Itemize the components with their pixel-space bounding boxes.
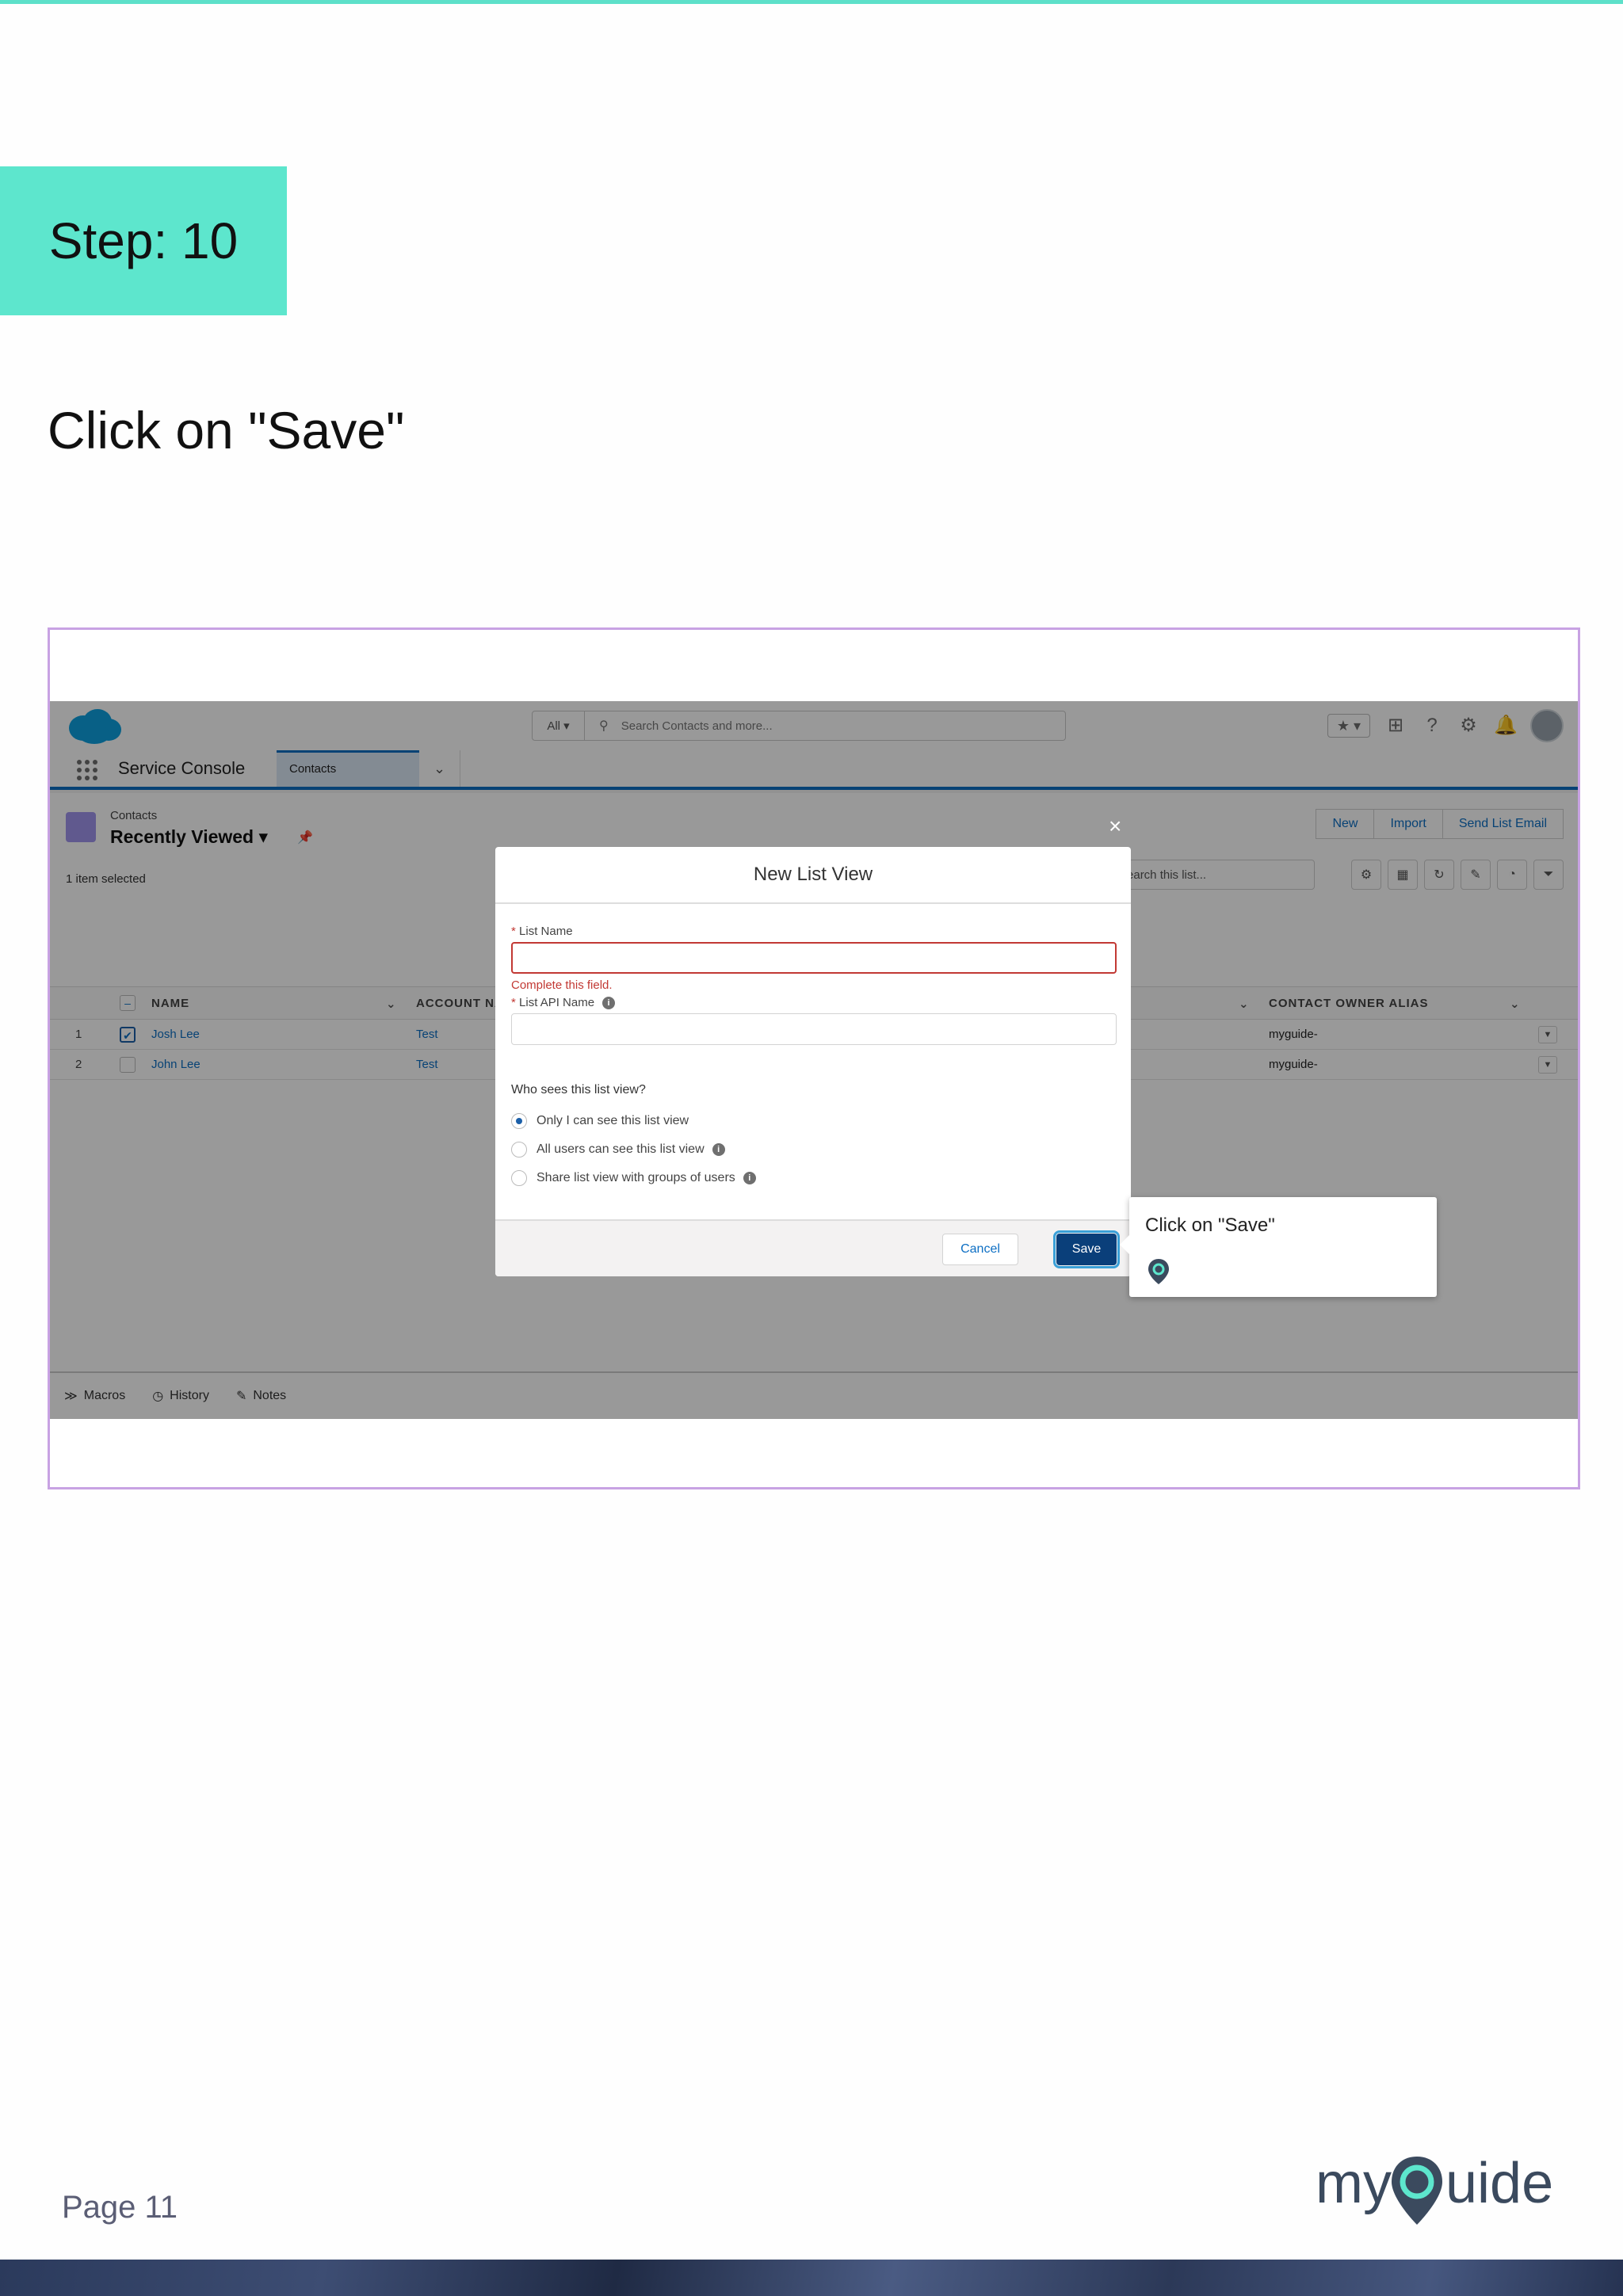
save-button[interactable]: Save (1053, 1230, 1120, 1268)
salesforce-screenshot: All ▾ ⚲ Search Contacts and more... ★ ▾ … (50, 701, 1578, 1419)
cancel-button[interactable]: Cancel (942, 1234, 1018, 1265)
info-icon[interactable]: i (602, 997, 616, 1010)
step-badge: Step: 10 (0, 166, 287, 315)
instruction-heading: Click on "Save" (48, 401, 405, 460)
radio-only-me[interactable]: Only I can see this list view (511, 1113, 689, 1129)
list-name-input[interactable] (511, 942, 1117, 974)
page-number: Page 11 (62, 2190, 178, 2225)
visibility-question: Who sees this list view? (511, 1083, 646, 1097)
top-accent-line (0, 0, 1623, 4)
modal-title: New List View (495, 847, 1131, 904)
api-name-input[interactable] (511, 1013, 1117, 1045)
info-icon[interactable]: i (712, 1143, 725, 1156)
svg-text:uide: uide (1445, 2152, 1553, 2215)
radio-button[interactable] (511, 1170, 527, 1186)
myguide-logo: my uide (1316, 2152, 1553, 2225)
error-message: Complete this field. (511, 978, 613, 992)
info-icon[interactable]: i (743, 1172, 756, 1184)
radio-button[interactable] (511, 1142, 527, 1158)
guide-tooltip: Click on "Save" (1120, 1197, 1437, 1297)
footer-band (0, 2260, 1623, 2296)
close-icon[interactable]: × (1109, 814, 1121, 839)
screenshot-frame: All ▾ ⚲ Search Contacts and more... ★ ▾ … (48, 627, 1580, 1489)
svg-text:my: my (1316, 2152, 1392, 2215)
radio-share-groups[interactable]: Share list view with groups of users i (511, 1170, 756, 1186)
new-list-view-modal: New List View * List Name Complete this … (495, 847, 1131, 1276)
radio-all-users[interactable]: All users can see this list view i (511, 1142, 725, 1158)
list-name-label: * List Name (511, 925, 573, 938)
api-name-label: * List API Name i (511, 996, 616, 1010)
step-label: Step: 10 (48, 212, 239, 269)
radio-button[interactable] (511, 1113, 527, 1129)
tooltip-text: Click on "Save" (1145, 1215, 1275, 1236)
myguide-pin-icon (1148, 1259, 1169, 1284)
modal-footer: Cancel Save (495, 1219, 1131, 1276)
